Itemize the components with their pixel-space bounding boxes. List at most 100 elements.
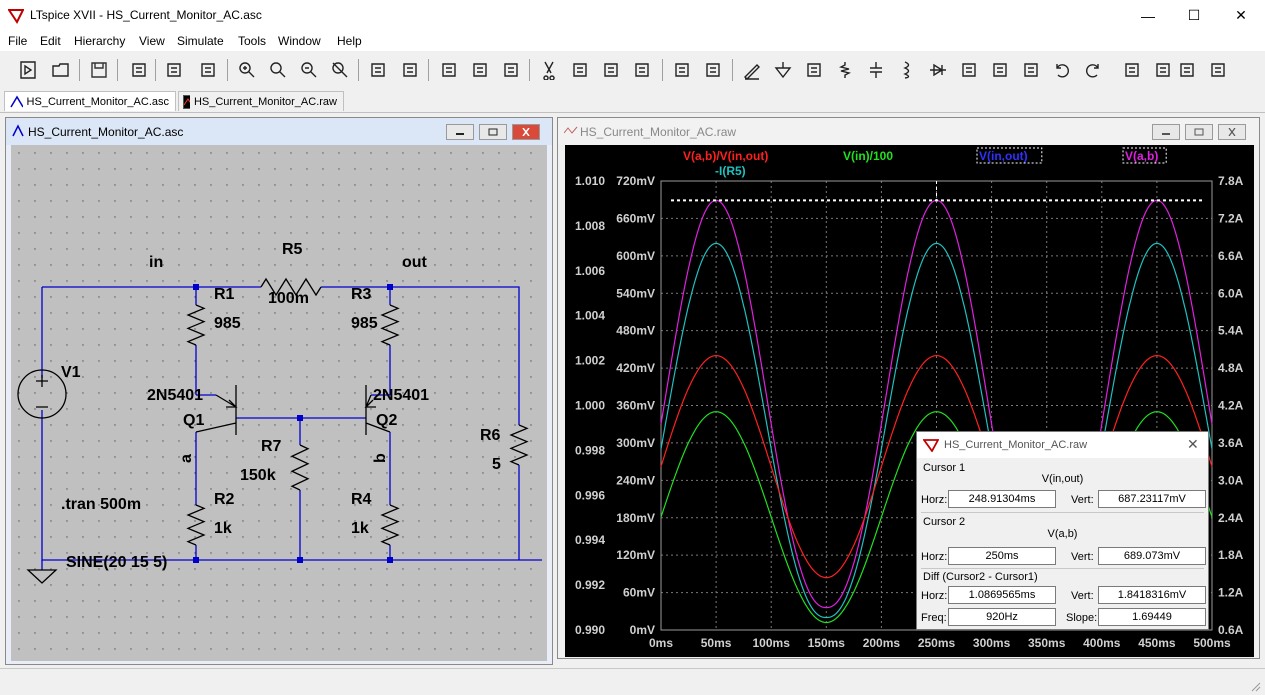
- paste-button[interactable]: [599, 58, 623, 82]
- zoom-cancel-button[interactable]: [328, 58, 352, 82]
- redo-button[interactable]: [1081, 58, 1105, 82]
- cascade-button[interactable]: [468, 58, 492, 82]
- open-new-schematic-button[interactable]: [16, 58, 40, 82]
- legend-item[interactable]: V(in,out): [979, 149, 1028, 163]
- waveform-restore-button[interactable]: [1185, 124, 1213, 140]
- tile-vertical-button[interactable]: [499, 58, 523, 82]
- schematic-canvas[interactable]: in out R5 100m R1 985 R3 985 V1 2N5401 Q1 2N5401 Q2 R…: [11, 145, 547, 661]
- legend-item[interactable]: V(in)/100: [843, 149, 893, 163]
- grid-dot: [274, 488, 276, 490]
- waveform-window-titlebar[interactable]: HS_Current_Monitor_AC.raw: [558, 118, 1259, 145]
- toolbar-separator: [428, 59, 429, 81]
- tile-horizontal-button[interactable]: [437, 58, 461, 82]
- cut-button[interactable]: [537, 58, 561, 82]
- capacitor-button[interactable]: [864, 58, 888, 82]
- diff-horz-field[interactable]: 1.0869565ms: [948, 586, 1056, 604]
- component-button[interactable]: [957, 58, 981, 82]
- grid-dot: [306, 632, 308, 634]
- open-folder-button[interactable]: [49, 58, 73, 82]
- menu-edit[interactable]: Edit: [40, 34, 61, 48]
- junction: [387, 284, 393, 290]
- waveform-icon: [183, 94, 190, 109]
- legend-item[interactable]: -I(R5): [715, 164, 746, 178]
- menu-file[interactable]: File: [8, 34, 27, 48]
- grid-dot: [498, 344, 500, 346]
- zoom-pan-button[interactable]: [266, 58, 290, 82]
- halt-button[interactable]: [196, 58, 220, 82]
- schematic-minimize-button[interactable]: [446, 124, 474, 140]
- schematic-close-button[interactable]: [512, 124, 540, 140]
- diode-button[interactable]: [926, 58, 950, 82]
- grid-dot: [18, 360, 20, 362]
- draw-wire-button[interactable]: [740, 58, 764, 82]
- print-setup-button[interactable]: [670, 58, 694, 82]
- menu-view[interactable]: View: [139, 34, 165, 48]
- waveform-close-button[interactable]: [1218, 124, 1246, 140]
- zoom-cancel-icon: [332, 62, 348, 78]
- tab-waveform[interactable]: HS_Current_Monitor_AC.raw: [178, 91, 344, 111]
- menu-hierarchy[interactable]: Hierarchy: [74, 34, 125, 48]
- grid-dot: [50, 488, 52, 490]
- grid-dot: [514, 376, 516, 378]
- rotate-button[interactable]: [1120, 58, 1144, 82]
- drag-button[interactable]: [1019, 58, 1043, 82]
- spice-directive-button[interactable]: [1206, 58, 1230, 82]
- grid-dot: [210, 424, 212, 426]
- menu-window[interactable]: Window: [278, 34, 321, 48]
- grid-dot: [322, 392, 324, 394]
- menu-simulate[interactable]: Simulate: [177, 34, 224, 48]
- maximize-button[interactable]: ☐: [1171, 0, 1217, 31]
- close-button[interactable]: ✕: [1218, 0, 1264, 31]
- grid-dot: [530, 648, 532, 650]
- mirror-button[interactable]: [1151, 58, 1175, 82]
- control-panel-button[interactable]: [127, 58, 151, 82]
- cursor1-horz-field[interactable]: 248.91304ms: [948, 490, 1056, 508]
- inductor-button[interactable]: [895, 58, 919, 82]
- resize-grip-icon[interactable]: [1249, 680, 1261, 692]
- schematic-restore-button[interactable]: [479, 124, 507, 140]
- minimize-button[interactable]: —: [1125, 0, 1171, 31]
- menu-help[interactable]: Help: [337, 34, 362, 48]
- grid-button[interactable]: [398, 58, 422, 82]
- menu-tools[interactable]: Tools: [238, 34, 266, 48]
- label-net-button[interactable]: [802, 58, 826, 82]
- autorange-button[interactable]: [366, 58, 390, 82]
- print-button[interactable]: [701, 58, 725, 82]
- x-tick-label: 250ms: [918, 636, 956, 650]
- ground-button[interactable]: [771, 58, 795, 82]
- find-button[interactable]: [630, 58, 654, 82]
- diff-vert-field[interactable]: 1.8418316mV: [1098, 586, 1206, 604]
- grid-dot: [434, 568, 436, 570]
- text-button[interactable]: [1175, 58, 1199, 82]
- grid-dot: [306, 248, 308, 250]
- grid-dot: [322, 216, 324, 218]
- save-button[interactable]: [87, 58, 111, 82]
- slope-field[interactable]: 1.69449: [1098, 608, 1206, 626]
- cursor2-vert-field[interactable]: 689.073mV: [1098, 547, 1206, 565]
- run-button[interactable]: [162, 58, 186, 82]
- grid-dot: [194, 328, 196, 330]
- waveform-minimize-button[interactable]: [1152, 124, 1180, 140]
- schematic-window-titlebar[interactable]: HS_Current_Monitor_AC.asc: [6, 118, 552, 145]
- zoom-in-button[interactable]: [235, 58, 259, 82]
- cursor1-vert-field[interactable]: 687.23117mV: [1098, 490, 1206, 508]
- undo-button[interactable]: [1050, 58, 1074, 82]
- grid-dot: [434, 168, 436, 170]
- cursor-dialog-close-icon[interactable]: ✕: [1187, 436, 1199, 453]
- tab-schematic[interactable]: HS_Current_Monitor_AC.asc: [4, 91, 176, 111]
- copy-button[interactable]: [568, 58, 592, 82]
- grid-dot: [162, 344, 164, 346]
- cursor-dialog-titlebar[interactable]: HS_Current_Monitor_AC.raw ✕: [917, 432, 1208, 458]
- grid-dot: [50, 440, 52, 442]
- freq-field[interactable]: 920Hz: [948, 608, 1056, 626]
- legend-item[interactable]: V(a,b)/V(in,out): [683, 149, 768, 163]
- grid-dot: [338, 216, 340, 218]
- move-button[interactable]: [988, 58, 1012, 82]
- grid-dot: [18, 248, 20, 250]
- legend-item[interactable]: V(a,b): [1125, 149, 1158, 163]
- cursor2-horz-field[interactable]: 250ms: [948, 547, 1056, 565]
- resistor-button[interactable]: [833, 58, 857, 82]
- zoom-out-button[interactable]: [297, 58, 321, 82]
- grid-dot: [434, 456, 436, 458]
- grid-dot: [98, 424, 100, 426]
